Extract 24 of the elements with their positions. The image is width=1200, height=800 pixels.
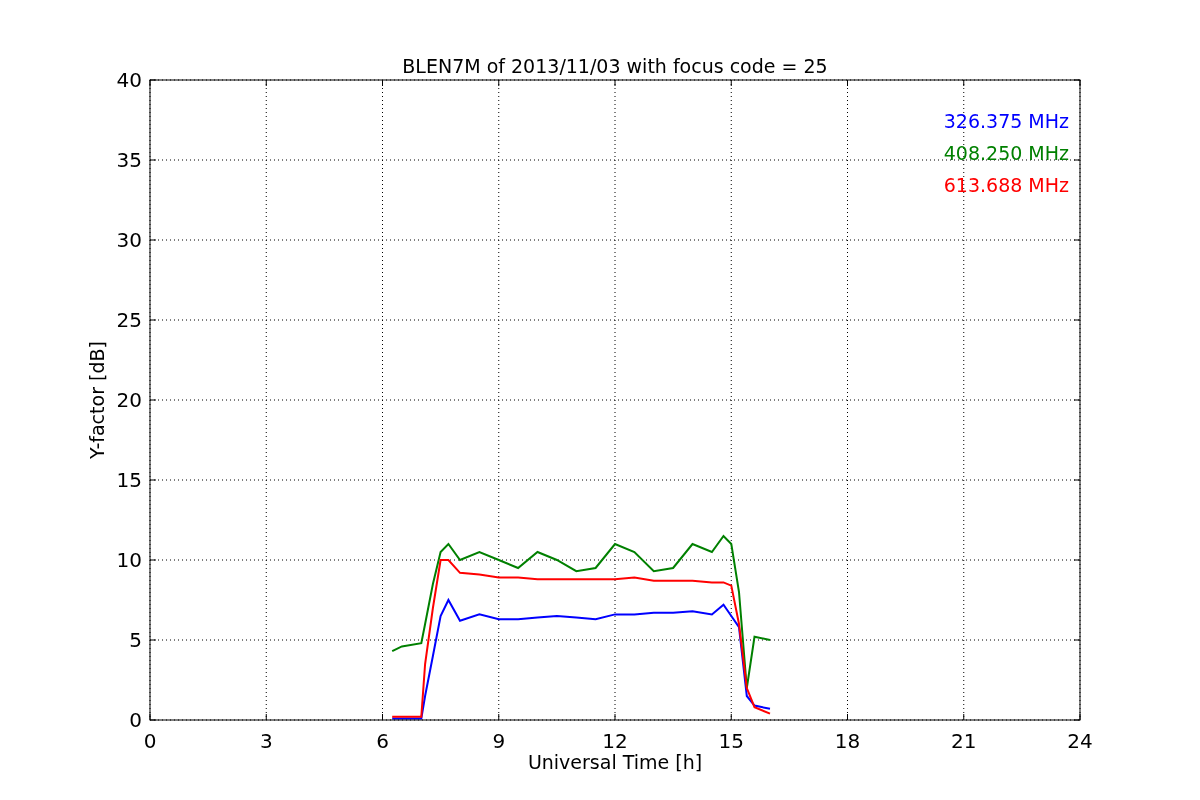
- tick-label: 24: [1067, 729, 1093, 753]
- tick-label: 6: [376, 729, 389, 753]
- tick-label: 30: [116, 228, 142, 252]
- tick-label: 12: [602, 729, 628, 753]
- tick-label: 9: [492, 729, 506, 753]
- tick-label: 15: [116, 468, 142, 492]
- axis-label: Universal Time [h]: [527, 751, 703, 773]
- tick-label: 40: [116, 68, 142, 92]
- tick-label: 3: [259, 729, 273, 753]
- tick-label: 21: [951, 729, 977, 753]
- tick-label: 0: [143, 729, 157, 753]
- tick-label: 25: [116, 308, 142, 332]
- tick-label: 5: [129, 628, 142, 652]
- tick-label: 0: [129, 708, 142, 732]
- tick-label: 20: [116, 388, 142, 412]
- tick-label: 15: [718, 729, 744, 753]
- legend-label: 613.688 MHz: [943, 174, 1069, 196]
- tick-label: 35: [116, 148, 142, 172]
- axis-label: Y-factor [dB]: [86, 341, 108, 459]
- tick-label: 10: [116, 548, 142, 572]
- tick-label: 18: [834, 729, 861, 753]
- chart-title: BLEN7M of 2013/11/03 with focus code = 25: [402, 55, 828, 77]
- legend-label: 408.250 MHz: [943, 142, 1069, 164]
- legend-label: 326.375 MHz: [943, 110, 1069, 132]
